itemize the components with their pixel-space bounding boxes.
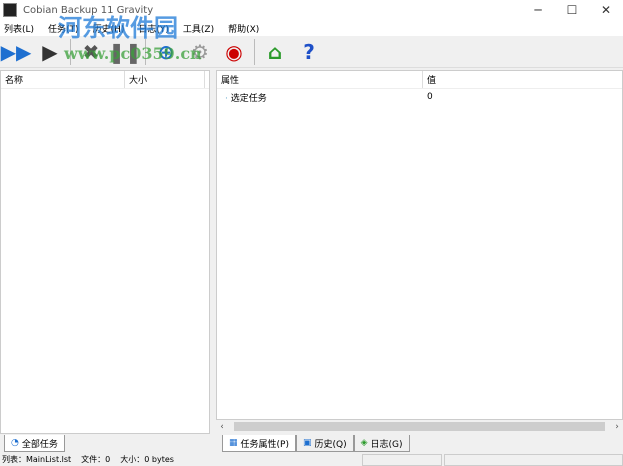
tab-history[interactable]: ▣ 历史(Q) — [295, 435, 354, 452]
app-icon — [3, 3, 17, 17]
antenna-icon[interactable]: ◉ — [220, 38, 248, 66]
column-header-property[interactable]: 属性 — [217, 71, 423, 88]
tab-task-properties[interactable]: ▦ 任务属性(P) — [222, 435, 296, 452]
scroll-left-icon[interactable]: ‹ — [216, 422, 228, 432]
home-icon[interactable]: ⌂ — [261, 38, 289, 66]
column-header-name[interactable]: 名称 — [1, 71, 125, 88]
close-button[interactable]: ✕ — [589, 0, 623, 20]
status-panel — [444, 454, 623, 466]
tab-all-tasks[interactable]: ◔ 全部任务 — [4, 435, 65, 452]
add-task-icon[interactable]: ⊕ — [152, 38, 180, 66]
scroll-thumb[interactable] — [234, 422, 605, 431]
properties-pane[interactable]: 属性 值 · 选定任务 0 — [216, 70, 623, 420]
menu-item[interactable]: 历史(H) — [93, 22, 125, 35]
status-files: 文件：0 — [81, 455, 111, 464]
status-panel — [362, 454, 442, 466]
maximize-button[interactable]: ☐ — [555, 0, 589, 20]
properties-icon: ▦ — [229, 438, 238, 448]
table-row[interactable]: · 选定任务 0 — [217, 89, 622, 105]
menu-item[interactable]: 帮助(X) — [228, 22, 259, 35]
log-icon: ◈ — [360, 438, 368, 448]
toolbar-separator — [70, 38, 71, 65]
window-title: Cobian Backup 11 Gravity — [23, 4, 154, 16]
settings-gear-icon[interactable]: ⚙ — [186, 38, 214, 66]
property-name: 选定任务 — [230, 93, 267, 104]
toolbar: ▶▶ ▶ ✖ ❚❚ ⊕ ⚙ ◉ ⌂? — [0, 36, 623, 68]
status-list: 列表：MainList.lst — [2, 455, 72, 464]
run-all-icon[interactable]: ▶▶ — [1, 38, 32, 66]
property-value: 0 — [427, 92, 433, 102]
minimize-button[interactable]: ─ — [521, 0, 555, 20]
column-header-value[interactable]: 值 — [423, 71, 622, 88]
pause-icon[interactable]: ❚❚ — [108, 38, 142, 66]
menu-item[interactable]: 工具(Z) — [183, 22, 214, 35]
task-list-pane[interactable]: 名称 大小 — [0, 70, 210, 434]
toolbar-separator — [254, 38, 255, 65]
run-icon[interactable]: ▶ — [36, 38, 64, 66]
horizontal-scrollbar[interactable]: ‹ › — [216, 420, 623, 433]
help-icon[interactable]: ? — [295, 38, 323, 66]
menu-item[interactable]: 任务(T) — [48, 22, 79, 35]
column-header-size[interactable]: 大小 — [125, 71, 205, 88]
title-bar: Cobian Backup 11 Gravity ─ ☐ ✕ — [0, 0, 623, 20]
status-size: 大小：0 bytes — [120, 455, 174, 464]
tab-log[interactable]: ◈ 日志(G) — [353, 435, 410, 452]
menu-item[interactable]: 列表(L) — [4, 22, 34, 35]
menu-item[interactable]: 日志(Y) — [138, 22, 169, 35]
cancel-icon[interactable]: ✖ — [77, 38, 105, 66]
clock-icon: ◔ — [11, 438, 19, 448]
scroll-right-icon[interactable]: › — [611, 422, 623, 432]
history-icon: ▣ — [302, 438, 312, 448]
menu-bar: 列表(L) 任务(T) 历史(H) 日志(Y) 工具(Z) 帮助(X) — [0, 20, 623, 36]
toolbar-separator — [145, 38, 146, 65]
